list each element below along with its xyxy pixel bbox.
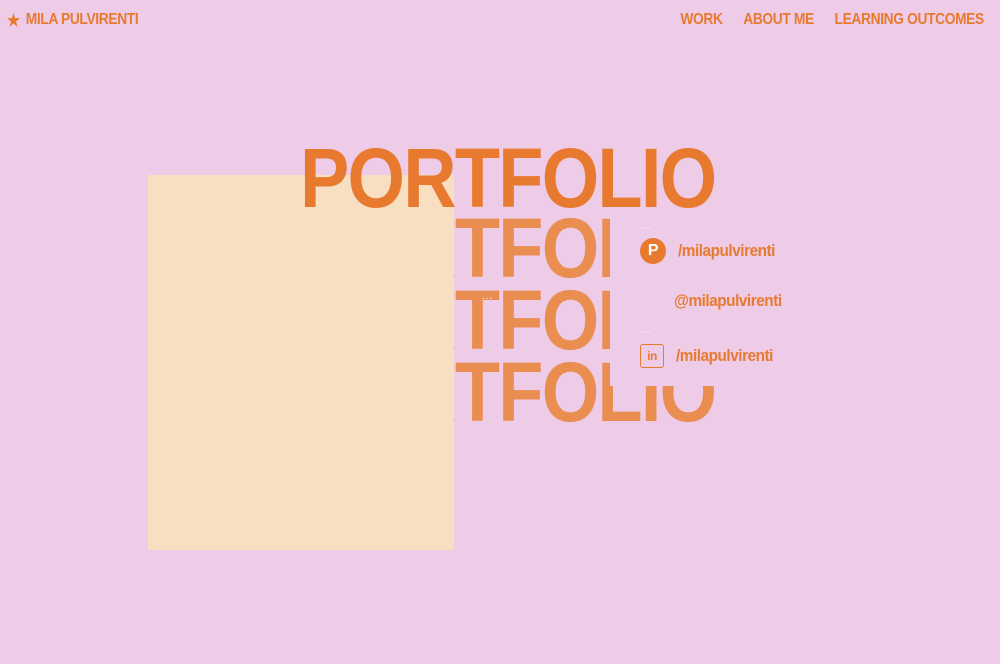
nav-work[interactable]: WORK <box>681 11 724 29</box>
ellipsis-2: ... <box>482 291 494 302</box>
brand-link[interactable]: ★ MILA PULVIRENTI <box>7 10 139 30</box>
social-linkedin[interactable]: in /milapulvirenti <box>640 344 784 368</box>
ellipsis-1: ... <box>641 221 653 232</box>
ellipsis-3: ... <box>641 325 653 336</box>
linkedin-icon: in <box>640 344 664 368</box>
pinterest-icon: P <box>640 238 666 264</box>
nav-learning-outcomes[interactable]: LEARNING OUTCOMES <box>835 11 985 29</box>
linkedin-handle: /milapulvirenti <box>676 346 773 365</box>
site-header: ★ MILA PULVIRENTI WORK ABOUT ME LEARNING… <box>0 0 1000 42</box>
brand-name: MILA PULVIRENTI <box>25 11 139 28</box>
social-instagram[interactable]: @milapulvirenti <box>674 291 794 311</box>
page-title: PORTFOLIO <box>300 131 717 225</box>
photo-overlay <box>148 200 454 430</box>
instagram-handle: @milapulvirenti <box>674 291 782 310</box>
social-pinterest[interactable]: P /milapulvirenti <box>640 238 786 264</box>
pinterest-handle: /milapulvirenti <box>678 241 775 260</box>
nav-about-me[interactable]: ABOUT ME <box>743 11 814 29</box>
portfolio-page: ★ MILA PULVIRENTI WORK ABOUT ME LEARNING… <box>0 0 1000 664</box>
star-icon: ★ <box>7 10 20 30</box>
main-nav: WORK ABOUT ME LEARNING OUTCOMES <box>681 11 985 29</box>
